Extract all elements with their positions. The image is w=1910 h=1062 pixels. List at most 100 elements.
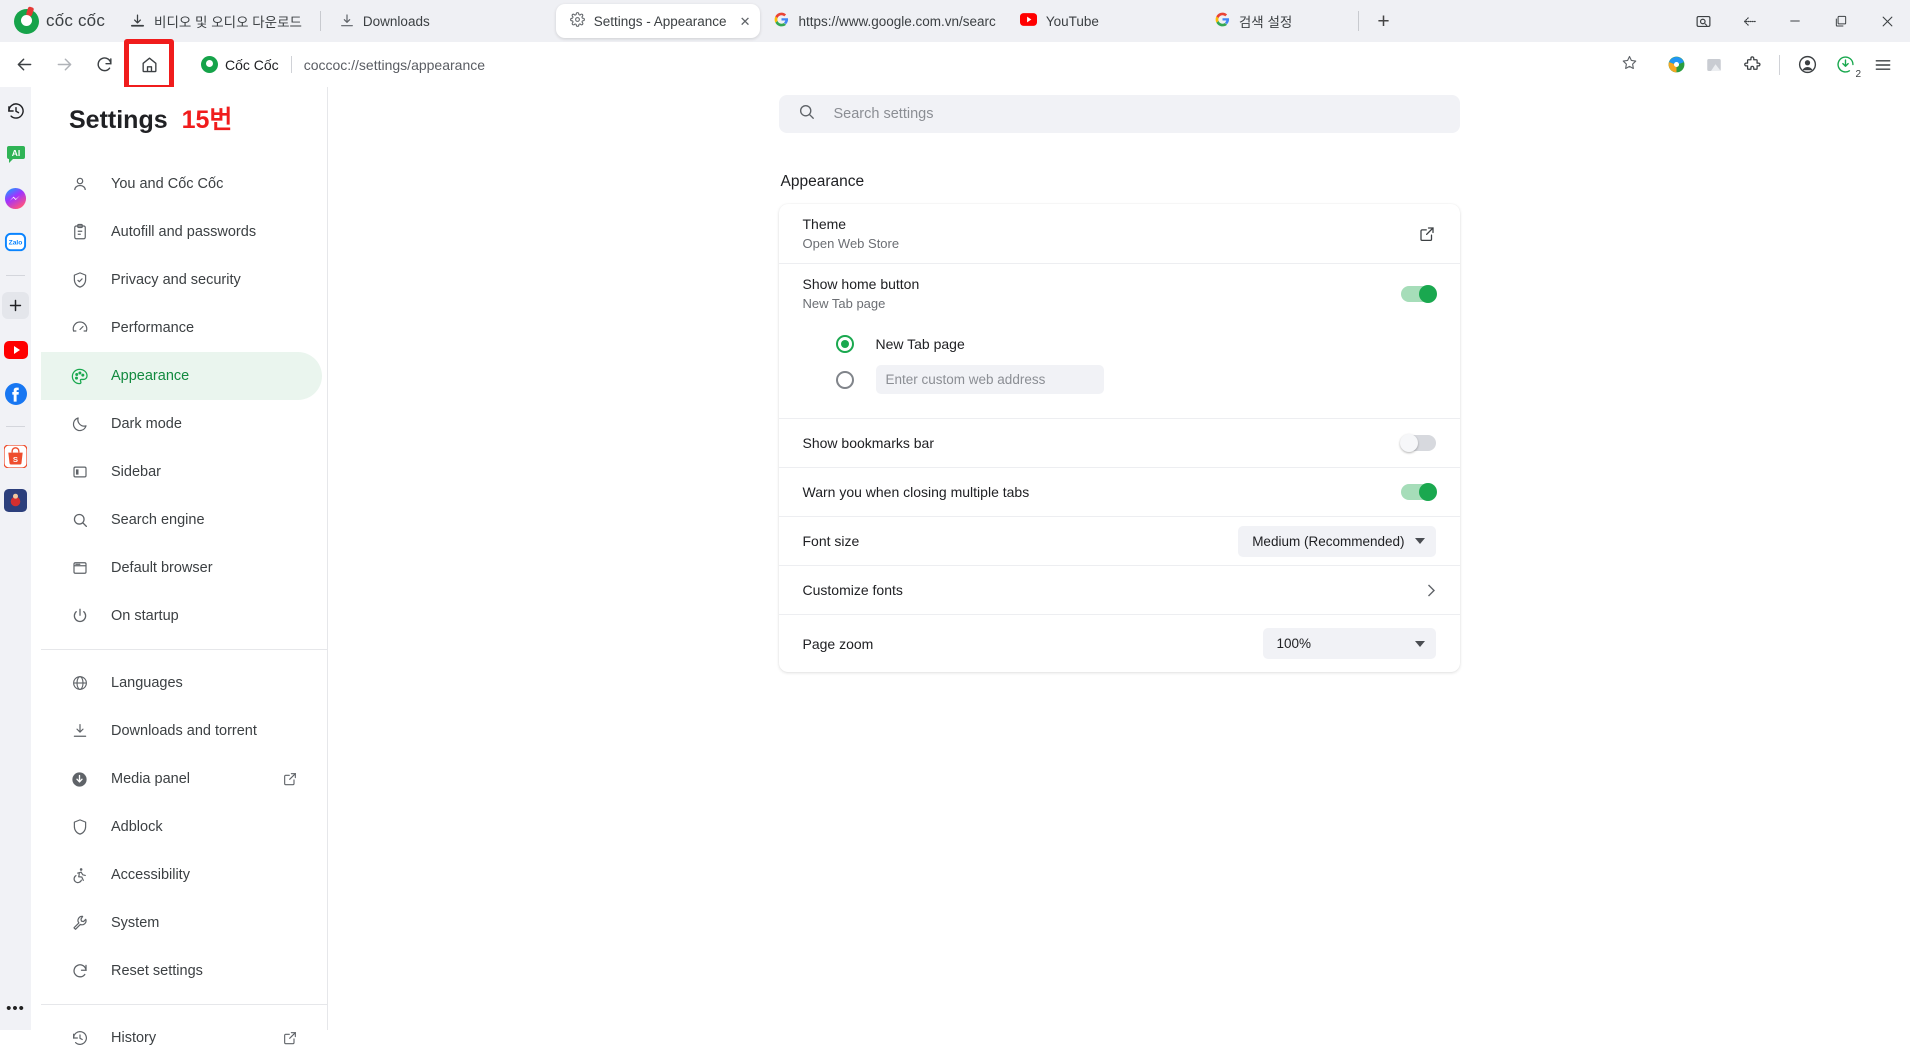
show-bookmarks-bar-toggle[interactable] xyxy=(1399,434,1436,452)
screenshot-icon[interactable] xyxy=(1680,0,1726,42)
sidebar-item-sidebar[interactable]: Sidebar xyxy=(41,448,322,496)
home-option-new-tab[interactable]: New Tab page xyxy=(779,329,1460,359)
sidebar-item-media-panel[interactable]: Media panel xyxy=(41,755,322,803)
clipboard-icon xyxy=(69,222,90,243)
idm-icon[interactable] xyxy=(1659,48,1693,82)
row-show-bookmarks-bar[interactable]: Show bookmarks bar xyxy=(778,418,1460,467)
row-show-home-button[interactable]: Show home button New Tab page xyxy=(778,263,1460,323)
menu-icon[interactable] xyxy=(1866,48,1900,82)
sidebar-item-system[interactable]: System xyxy=(41,899,322,947)
quick-tab-label: Downloads xyxy=(362,13,430,29)
rail-item-youtube[interactable] xyxy=(2,336,29,363)
quick-tab-video-download[interactable]: 비디오 및 오디오 다운로드 xyxy=(115,0,316,42)
screenshot-extension-icon[interactable] xyxy=(1697,48,1731,82)
media-download-icon xyxy=(69,769,90,790)
external-link-icon[interactable] xyxy=(1418,225,1436,243)
tab-title: 검색 설정 xyxy=(1238,15,1293,30)
radio-new-tab-page[interactable] xyxy=(835,335,854,353)
tab-title: https://www.google.com.vn/searc xyxy=(798,13,996,29)
warn-closing-toggle[interactable] xyxy=(1400,483,1437,501)
sidebar-item-label: Reset settings xyxy=(111,963,203,979)
tab-strip: cốc cốc 비디오 및 오디오 다운로드 Downloads Setting… xyxy=(0,0,1910,42)
new-tab-button[interactable]: + xyxy=(1363,11,1403,32)
extensions-puzzle-icon[interactable] xyxy=(1735,48,1769,82)
wrench-icon xyxy=(69,913,90,934)
tab-close-icon[interactable]: ✕ xyxy=(740,15,751,28)
sidebar-item-privacy-and-security[interactable]: Privacy and security xyxy=(41,256,322,304)
sidebar-item-label: Default browser xyxy=(111,560,213,576)
rail-item-add-panel[interactable] xyxy=(2,292,29,319)
site-identity: Cốc Cốc xyxy=(201,56,279,73)
sidebar-divider-2 xyxy=(41,1004,327,1005)
address-bar[interactable]: Cốc Cốc coccoc://settings/appearance xyxy=(187,48,1650,81)
home-option-custom[interactable]: Enter custom web address xyxy=(779,359,1460,400)
sidebar-item-downloads-and-torrent[interactable]: Downloads and torrent xyxy=(41,707,322,755)
tab-search-settings-ko[interactable]: 검색 설정 xyxy=(1201,4,1302,38)
sidebar-item-you-and-coccoc[interactable]: You and Cốc Cốc xyxy=(41,160,322,208)
tab-google-search[interactable]: https://www.google.com.vn/searc xyxy=(760,4,1005,38)
sidebar-item-search-engine[interactable]: Search engine xyxy=(41,496,322,544)
rail-item-ai[interactable]: AI xyxy=(2,141,29,168)
browser-side-rail: AI Zalo S ••• xyxy=(0,87,31,1030)
sidebar-item-languages[interactable]: Languages xyxy=(41,659,322,707)
page-zoom-select[interactable]: 100% xyxy=(1262,628,1436,659)
sidebar-item-performance[interactable]: Performance xyxy=(41,304,322,352)
brand-label: cốc cốc xyxy=(46,11,106,30)
history-icon xyxy=(69,1028,90,1049)
sidebar-item-label: Search engine xyxy=(111,512,205,528)
sidebar-item-reset-settings[interactable]: Reset settings xyxy=(41,947,322,995)
tab-youtube[interactable]: YouTube xyxy=(1006,4,1109,38)
minimize-icon[interactable] xyxy=(1772,0,1818,42)
external-link-icon[interactable] xyxy=(282,1030,298,1046)
sidebar-item-history[interactable]: History xyxy=(41,1014,322,1062)
row-customize-fonts[interactable]: Customize fonts xyxy=(778,565,1460,614)
quick-tab-downloads[interactable]: Downloads xyxy=(325,0,444,42)
site-name: Cốc Cốc xyxy=(225,56,279,73)
close-icon[interactable] xyxy=(1864,0,1910,42)
rail-item-shopee[interactable]: S xyxy=(2,443,29,470)
rail-item-zalo[interactable]: Zalo xyxy=(2,229,29,256)
show-home-button-toggle[interactable] xyxy=(1400,284,1437,303)
sidebar-item-autofill-and-passwords[interactable]: Autofill and passwords xyxy=(41,208,322,256)
back-arrow-icon[interactable] xyxy=(1726,0,1772,42)
reload-button[interactable] xyxy=(84,49,124,81)
rail-item-messenger[interactable] xyxy=(2,185,29,212)
search-settings-input[interactable]: Search settings xyxy=(778,95,1460,133)
settings-sidebar: Settings 15번 You and Cốc Cốc Autofill an… xyxy=(41,87,328,1046)
sidebar-item-default-browser[interactable]: Default browser xyxy=(41,544,322,592)
external-link-icon[interactable] xyxy=(282,771,298,787)
tab-settings-appearance[interactable]: Settings - Appearance ✕ xyxy=(555,4,761,38)
forward-button[interactable] xyxy=(44,49,84,81)
sidebar-item-on-startup[interactable]: On startup xyxy=(41,592,322,640)
row-page-zoom[interactable]: Page zoom 100% xyxy=(778,614,1460,672)
settings-page: Settings 15번 You and Cốc Cốc Autofill an… xyxy=(31,87,1910,1046)
profile-icon[interactable] xyxy=(1790,48,1824,82)
person-icon xyxy=(69,174,90,195)
row-font-size[interactable]: Font size Medium (Recommended) xyxy=(778,516,1460,565)
radio-custom-address[interactable] xyxy=(835,370,854,389)
maximize-icon[interactable] xyxy=(1818,0,1864,42)
downloads-icon[interactable]: 2 xyxy=(1828,48,1862,82)
bookmark-star-icon[interactable] xyxy=(1621,54,1638,76)
font-size-label: Font size xyxy=(802,533,860,549)
home-button-text: Show home button New Tab page xyxy=(803,264,920,323)
sidebar-item-dark-mode[interactable]: Dark mode xyxy=(41,400,322,448)
sidebar-item-accessibility[interactable]: Accessibility xyxy=(41,851,322,899)
home-button[interactable] xyxy=(124,39,174,90)
sidebar-item-label: Autofill and passwords xyxy=(111,224,257,240)
custom-web-address-input[interactable]: Enter custom web address xyxy=(875,365,1104,394)
row-warn-closing-tabs[interactable]: Warn you when closing multiple tabs xyxy=(778,467,1460,516)
sidebar-item-adblock[interactable]: Adblock xyxy=(41,803,322,851)
rail-more-button[interactable]: ••• xyxy=(6,1001,25,1016)
tabstrip-separator-2 xyxy=(1358,11,1360,31)
row-theme[interactable]: Theme Open Web Store xyxy=(779,204,1460,263)
rail-item-facebook[interactable] xyxy=(2,380,29,407)
page-zoom-label: Page zoom xyxy=(802,635,874,652)
rail-item-game[interactable] xyxy=(2,487,29,514)
font-size-select[interactable]: Medium (Recommended) xyxy=(1238,525,1436,557)
rail-divider-1 xyxy=(6,275,25,276)
rail-item-history[interactable] xyxy=(2,97,29,124)
settings-main: Search settings Appearance Theme Open We… xyxy=(328,87,1910,1030)
back-button[interactable] xyxy=(4,49,44,81)
sidebar-item-appearance[interactable]: Appearance xyxy=(41,352,322,400)
